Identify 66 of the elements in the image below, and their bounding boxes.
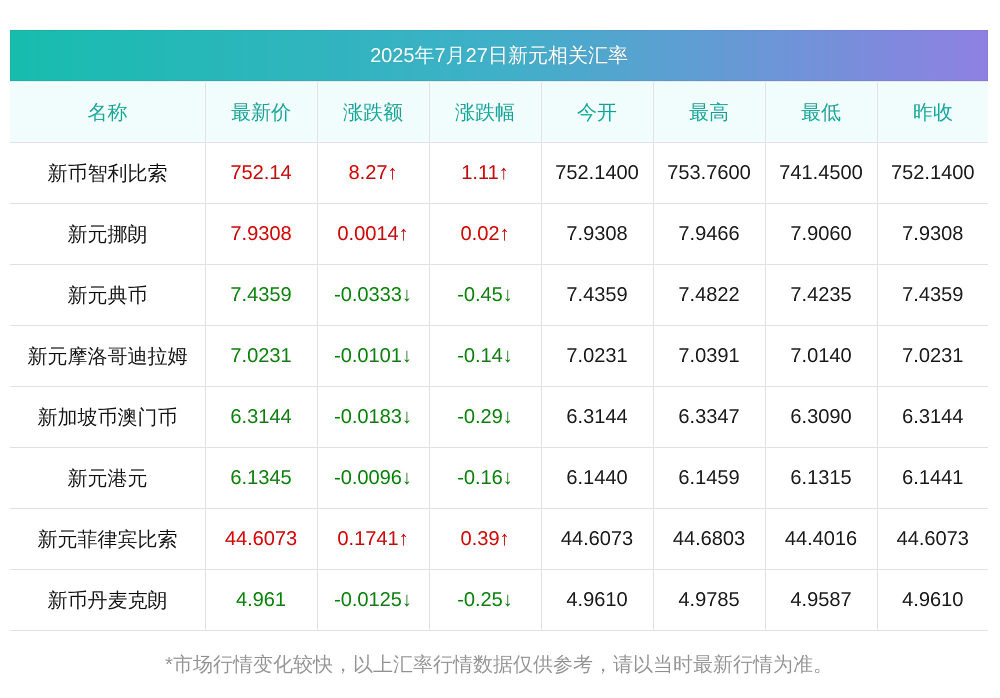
currency-name-cell: 新元菲律宾比索 <box>10 508 205 570</box>
table-title: 2025年7月27日新元相关汇率 <box>10 30 988 81</box>
price-cell: 7.4235 <box>765 264 877 326</box>
price-cell: 741.4500 <box>765 142 877 204</box>
price-cell: 4.9587 <box>765 570 877 630</box>
price-cell: 7.4359 <box>541 264 653 326</box>
column-header: 最低 <box>765 82 877 142</box>
price-cell: 753.7600 <box>653 142 765 204</box>
price-cell: 6.3144 <box>541 386 653 448</box>
column-header: 最新价 <box>205 82 317 142</box>
change-percent-cell: 0.02↑ <box>429 204 541 264</box>
change-percent-cell: -0.16↓ <box>429 448 541 508</box>
currency-name-cell: 新元典币 <box>10 264 205 326</box>
currency-name-cell: 新币丹麦克朗 <box>10 570 205 630</box>
price-cell: 6.1440 <box>541 448 653 508</box>
latest-price-cell: 44.6073 <box>205 508 317 570</box>
currency-name-cell: 新元挪朗 <box>10 204 205 264</box>
price-cell: 44.4016 <box>765 508 877 570</box>
price-cell: 4.9785 <box>653 570 765 630</box>
change-percent-cell: -0.45↓ <box>429 264 541 326</box>
column-header: 昨收 <box>877 82 988 142</box>
latest-price-cell: 7.9308 <box>205 204 317 264</box>
column-header: 涨跌幅 <box>429 82 541 142</box>
price-cell: 44.6073 <box>541 508 653 570</box>
change-amount-cell: -0.0096↓ <box>317 448 429 508</box>
latest-price-cell: 4.961 <box>205 570 317 630</box>
price-cell: 44.6803 <box>653 508 765 570</box>
change-percent-cell: -0.29↓ <box>429 386 541 448</box>
change-amount-cell: -0.0333↓ <box>317 264 429 326</box>
change-amount-cell: -0.0183↓ <box>317 386 429 448</box>
price-cell: 6.3090 <box>765 386 877 448</box>
latest-price-cell: 7.0231 <box>205 326 317 386</box>
price-cell: 6.3347 <box>653 386 765 448</box>
change-amount-cell: -0.0125↓ <box>317 570 429 630</box>
column-header: 最高 <box>653 82 765 142</box>
price-cell: 7.0140 <box>765 326 877 386</box>
latest-price-cell: 7.4359 <box>205 264 317 326</box>
price-cell: 752.1400 <box>541 142 653 204</box>
currency-name-cell: 新加坡币澳门币 <box>10 386 205 448</box>
change-percent-cell: 1.11↑ <box>429 142 541 204</box>
change-percent-cell: 0.39↑ <box>429 508 541 570</box>
currency-name-cell: 新元港元 <box>10 448 205 508</box>
change-amount-cell: -0.0101↓ <box>317 326 429 386</box>
price-cell: 7.0391 <box>653 326 765 386</box>
column-header: 今开 <box>541 82 653 142</box>
price-cell: 7.9060 <box>765 204 877 264</box>
change-amount-cell: 0.1741↑ <box>317 508 429 570</box>
latest-price-cell: 6.1345 <box>205 448 317 508</box>
price-cell: 7.9308 <box>541 204 653 264</box>
currency-name-cell: 新元摩洛哥迪拉姆 <box>10 326 205 386</box>
disclaimer-note: *市场行情变化较快，以上汇率行情数据仅供参考，请以当时最新行情为准。 <box>164 653 834 678</box>
column-header: 名称 <box>10 82 205 142</box>
change-percent-cell: -0.14↓ <box>429 326 541 386</box>
change-percent-cell: -0.25↓ <box>429 570 541 630</box>
currency-name-cell: 新币智利比索 <box>10 142 205 204</box>
price-cell: 4.9610 <box>541 570 653 630</box>
price-cell: 6.1459 <box>653 448 765 508</box>
change-amount-cell: 8.27↑ <box>317 142 429 204</box>
price-cell: 7.0231 <box>541 326 653 386</box>
price-cell: 7.9466 <box>653 204 765 264</box>
price-cell: 6.1315 <box>765 448 877 508</box>
latest-price-cell: 752.14 <box>205 142 317 204</box>
column-header: 涨跌额 <box>317 82 429 142</box>
price-cell: 7.4822 <box>653 264 765 326</box>
latest-price-cell: 6.3144 <box>205 386 317 448</box>
change-amount-cell: 0.0014↑ <box>317 204 429 264</box>
